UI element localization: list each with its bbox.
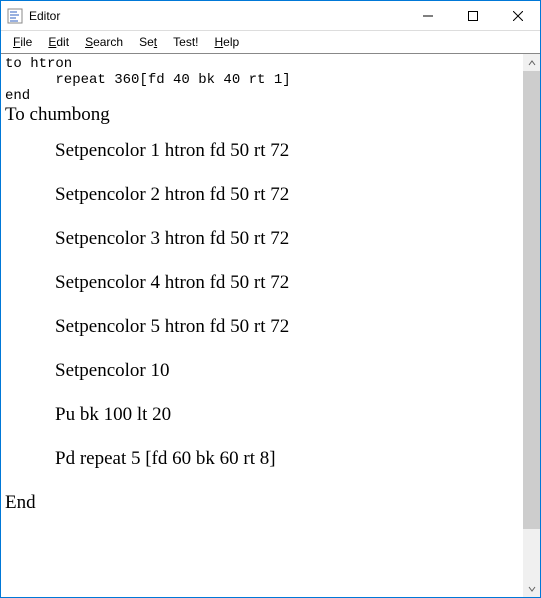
maximize-button[interactable]	[450, 1, 495, 30]
code-line: Setpencolor 3 htron fd 50 rt 72	[55, 228, 519, 250]
code-line: Setpencolor 1 htron fd 50 rt 72	[55, 140, 519, 162]
code-line: Setpencolor 4 htron fd 50 rt 72	[55, 272, 519, 294]
minimize-button[interactable]	[405, 1, 450, 30]
close-button[interactable]	[495, 1, 540, 30]
menu-help[interactable]: Help	[206, 33, 247, 51]
menu-edit[interactable]: Edit	[40, 33, 77, 51]
proc-header: To chumbong	[5, 104, 519, 126]
code-line: Setpencolor 10	[55, 360, 519, 382]
proc-end: End	[5, 492, 519, 514]
app-icon	[7, 8, 23, 24]
code-line: Pu bk 100 lt 20	[55, 404, 519, 426]
code-line: Setpencolor 2 htron fd 50 rt 72	[55, 184, 519, 206]
menu-bar: File Edit Search Set Test! Help	[1, 31, 540, 53]
menu-test[interactable]: Test!	[165, 33, 206, 51]
client-area: to htron repeat 360[fd 40 bk 40 rt 1] en…	[1, 53, 540, 597]
scroll-thumb[interactable]	[523, 71, 540, 529]
editor-pane[interactable]: to htron repeat 360[fd 40 bk 40 rt 1] en…	[1, 54, 523, 597]
scroll-down-button[interactable]	[523, 580, 540, 597]
code-line: Pd repeat 5 [fd 60 bk 60 rt 8]	[55, 448, 519, 470]
scroll-track[interactable]	[523, 71, 540, 580]
title-bar: Editor	[1, 1, 540, 31]
code-serif-block: To chumbong Setpencolor 1 htron fd 50 rt…	[1, 104, 523, 518]
code-line: Setpencolor 5 htron fd 50 rt 72	[55, 316, 519, 338]
window-title: Editor	[29, 9, 60, 23]
menu-file[interactable]: File	[5, 33, 40, 51]
menu-set[interactable]: Set	[131, 33, 165, 51]
scroll-up-button[interactable]	[523, 54, 540, 71]
vertical-scrollbar[interactable]	[523, 54, 540, 597]
menu-search[interactable]: Search	[77, 33, 131, 51]
code-mono-block: to htron repeat 360[fd 40 bk 40 rt 1] en…	[1, 54, 523, 104]
